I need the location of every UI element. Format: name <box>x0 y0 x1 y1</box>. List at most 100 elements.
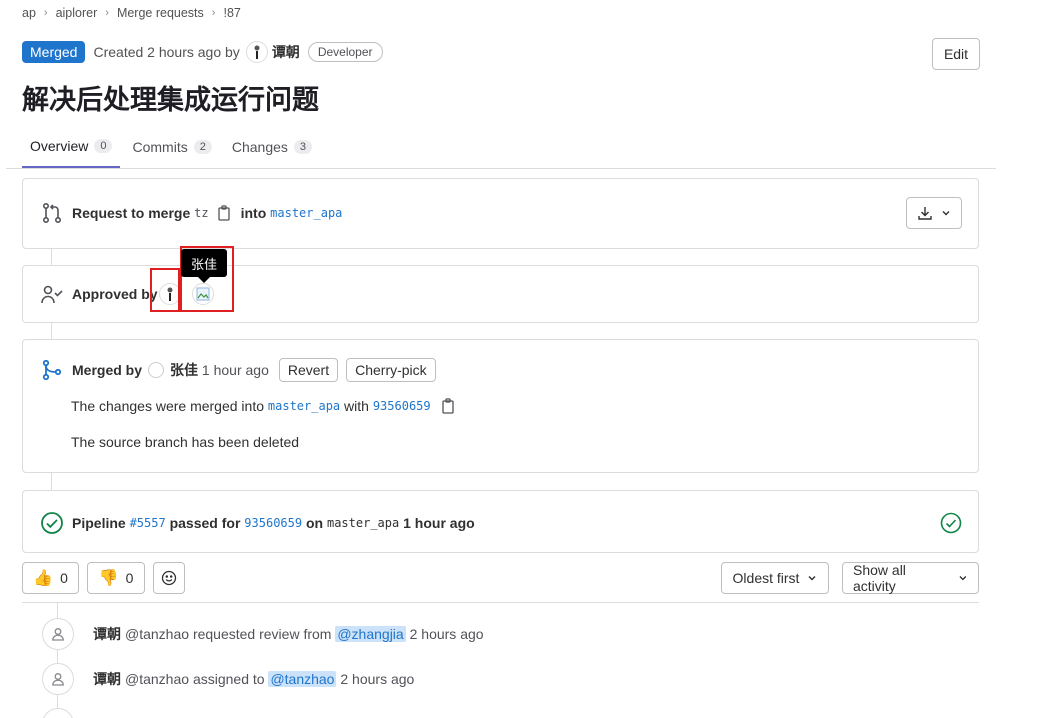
approved-by-label: Approved by <box>72 286 158 302</box>
changes-merged-text: The changes were merged into <box>71 398 264 414</box>
activity-action: assigned to <box>192 671 265 687</box>
created-time: 2 hours ago <box>147 44 222 60</box>
activity-author[interactable]: 谭朝 <box>93 624 121 644</box>
pipeline-time: 1 hour ago <box>403 515 475 531</box>
with-text: with <box>344 398 369 414</box>
activity-filter-label: Show all activity <box>853 562 906 594</box>
chevron-right-icon: › <box>211 7 216 19</box>
timeline-connector <box>51 472 52 491</box>
pipeline-branch[interactable]: master_apa <box>327 516 399 530</box>
thumbs-up-count: 0 <box>60 570 68 586</box>
target-branch-link[interactable]: master_apa <box>270 206 342 220</box>
timeline-connector <box>51 248 52 266</box>
by-text: by <box>225 44 240 60</box>
chevron-down-icon <box>808 576 816 581</box>
cherry-pick-button[interactable]: Cherry-pick <box>346 358 436 382</box>
tab-changes[interactable]: Changes 3 <box>224 126 320 168</box>
merged-widget: Merged by 张佳 1 hour ago Revert Cherry-pi… <box>22 339 979 473</box>
chevron-right-icon: › <box>105 7 109 19</box>
success-status-icon[interactable] <box>40 511 64 535</box>
tabs-divider <box>6 168 996 169</box>
copy-icon[interactable] <box>217 205 231 221</box>
timeline-connector <box>51 322 52 340</box>
pipeline-status-icon[interactable] <box>940 512 962 537</box>
status-badge: Merged <box>22 41 86 63</box>
chevron-right-icon: › <box>43 7 48 19</box>
merged-time: 1 hour ago <box>201 362 269 378</box>
activity-avatar-partial <box>42 708 74 718</box>
approver-tooltip: 张佳 <box>181 249 227 277</box>
download-dropdown-button[interactable] <box>906 197 962 229</box>
activity-handle[interactable]: @tanzhao <box>125 626 189 642</box>
activity-time: 2 hours ago <box>409 626 484 642</box>
sort-order-dropdown[interactable]: Oldest first <box>721 562 829 594</box>
tab-count: 2 <box>193 140 212 154</box>
tab-label: Overview <box>30 138 89 154</box>
breadcrumb-item-project[interactable]: aiplorer <box>56 6 98 20</box>
activity-mention[interactable]: @zhangjia <box>335 626 406 642</box>
tab-commits[interactable]: Commits 2 <box>124 126 219 168</box>
author-name[interactable]: 谭朝 <box>272 42 300 62</box>
thumbs-down-count: 0 <box>125 570 134 586</box>
request-label: Request to merge <box>72 205 191 221</box>
thumbs-up-icon: 👍 <box>33 570 54 587</box>
activity-handle[interactable]: @tanzhao <box>125 671 189 687</box>
source-deleted-text: The source branch has been deleted <box>71 434 300 450</box>
passed-for-text: passed for <box>169 515 241 531</box>
on-text: on <box>305 515 324 531</box>
pipeline-label: Pipeline <box>72 515 126 531</box>
merge-icon <box>40 358 64 382</box>
merger-name[interactable]: 张佳 <box>170 360 198 380</box>
mr-header: Merged Created 2 hours ago by 谭朝 Develop… <box>22 41 383 63</box>
activity-item: 谭朝 @tanzhao requested review from @zhang… <box>42 618 484 650</box>
activity-mention[interactable]: @tanzhao <box>268 671 337 687</box>
chevron-down-icon <box>959 576 967 581</box>
activity-item: 谭朝 @tanzhao assigned to @tanzhao 2 hours… <box>42 663 414 695</box>
copy-icon[interactable] <box>441 398 455 414</box>
tab-count: 0 <box>94 139 113 153</box>
user-icon <box>42 618 74 650</box>
pipeline-widget: Pipeline #5557 passed for 93560659 on ma… <box>22 490 979 553</box>
pipeline-id-link[interactable]: #5557 <box>130 516 166 530</box>
activity-author[interactable]: 谭朝 <box>93 669 121 689</box>
edit-button[interactable]: Edit <box>932 38 980 70</box>
merged-target-branch[interactable]: master_apa <box>268 399 340 413</box>
activity-filter-dropdown[interactable]: Show all activity <box>842 562 979 594</box>
tab-label: Commits <box>132 139 188 155</box>
download-icon <box>918 207 932 220</box>
tab-count: 3 <box>293 140 313 154</box>
breadcrumb-item-mr-id[interactable]: !87 <box>223 6 240 20</box>
revert-button[interactable]: Revert <box>278 358 339 382</box>
page-title: 解决后处理集成运行问题 <box>22 85 319 115</box>
breadcrumb-item-merge-requests[interactable]: Merge requests <box>117 6 204 20</box>
author-avatar[interactable] <box>245 41 268 63</box>
mr-tabs: Overview 0 Commits 2 Changes 3 <box>22 126 324 168</box>
merge-request-widget: Request to merge tz into master_apa <box>22 178 979 249</box>
merged-by-label: Merged by <box>72 362 143 378</box>
approval-icon <box>40 282 64 306</box>
chevron-down-icon <box>942 211 950 216</box>
tooltip-arrow <box>198 277 210 283</box>
created-text: Created <box>93 44 144 60</box>
tab-overview[interactable]: Overview 0 <box>22 126 121 168</box>
role-badge: Developer <box>307 42 383 62</box>
tab-label: Changes <box>231 139 288 155</box>
merge-request-icon <box>40 201 64 225</box>
annotation-highlight <box>150 268 180 312</box>
thumbs-up-button[interactable]: 👍 0 <box>22 562 79 594</box>
thumbs-down-button[interactable]: 👎 0 <box>87 562 145 594</box>
activity-divider <box>22 602 979 603</box>
activity-time: 2 hours ago <box>340 671 415 687</box>
smiley-icon <box>161 570 177 586</box>
add-reaction-button[interactable] <box>153 562 185 594</box>
breadcrumb: ap › aiplorer › Merge requests › !87 <box>22 6 241 20</box>
thumbs-down-icon: 👎 <box>98 570 119 587</box>
breadcrumb-item-group[interactable]: ap <box>22 6 36 20</box>
activity-action: requested review from <box>192 626 332 642</box>
sort-order-label: Oldest first <box>732 570 800 586</box>
merger-avatar[interactable] <box>148 362 165 378</box>
source-branch[interactable]: tz <box>194 206 208 220</box>
pipeline-commit-link[interactable]: 93560659 <box>244 516 302 530</box>
user-icon <box>42 663 74 695</box>
merge-commit-link[interactable]: 93560659 <box>373 399 431 413</box>
